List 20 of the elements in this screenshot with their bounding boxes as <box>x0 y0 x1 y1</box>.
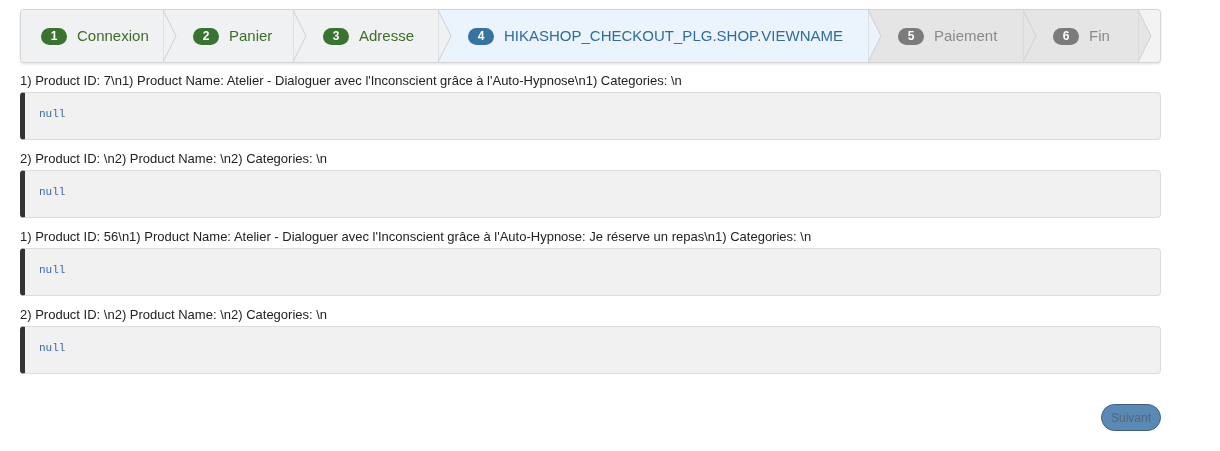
step-number-badge: 5 <box>898 27 924 45</box>
code-block: null <box>20 248 1161 296</box>
step-number-badge: 4 <box>468 27 494 45</box>
code-block: null <box>20 92 1161 140</box>
step-label: Paiement <box>934 25 998 46</box>
step-label: Fin <box>1089 25 1110 46</box>
product-debug-label: 1) Product ID: 7\n1) Product Name: Atelier - Dialoguer avec l'Inconscient grâce à l'Auto-Hypnose\n1) Categories: \n <box>20 72 683 90</box>
step-label: Connexion <box>77 25 149 46</box>
step-number-badge: 6 <box>1053 27 1079 45</box>
product-debug-label: 1) Product ID: 56\n1) Product Name: Atelier - Dialoguer avec l'Inconscient grâce à l'Auto-Hypnose: Je réserve un repas\n1) Categories: \n <box>20 228 813 246</box>
product-debug-label: 2) Product ID: \n2) Product Name: \n2) Categories: \n <box>20 306 329 324</box>
step-number-badge: 3 <box>323 27 349 45</box>
step-label: Panier <box>229 25 273 46</box>
step-number-badge: 2 <box>193 27 219 45</box>
product-debug-label: 2) Product ID: \n2) Product Name: \n2) Categories: \n <box>20 150 329 168</box>
step-number-badge: 1 <box>41 27 67 45</box>
step-label: Adresse <box>359 25 415 46</box>
code-block: null <box>20 170 1161 218</box>
code-block: null <box>20 326 1161 374</box>
step-label: HIKASHOP_CHECKOUT_PLG.SHOP.VIEWNAME <box>504 25 843 46</box>
